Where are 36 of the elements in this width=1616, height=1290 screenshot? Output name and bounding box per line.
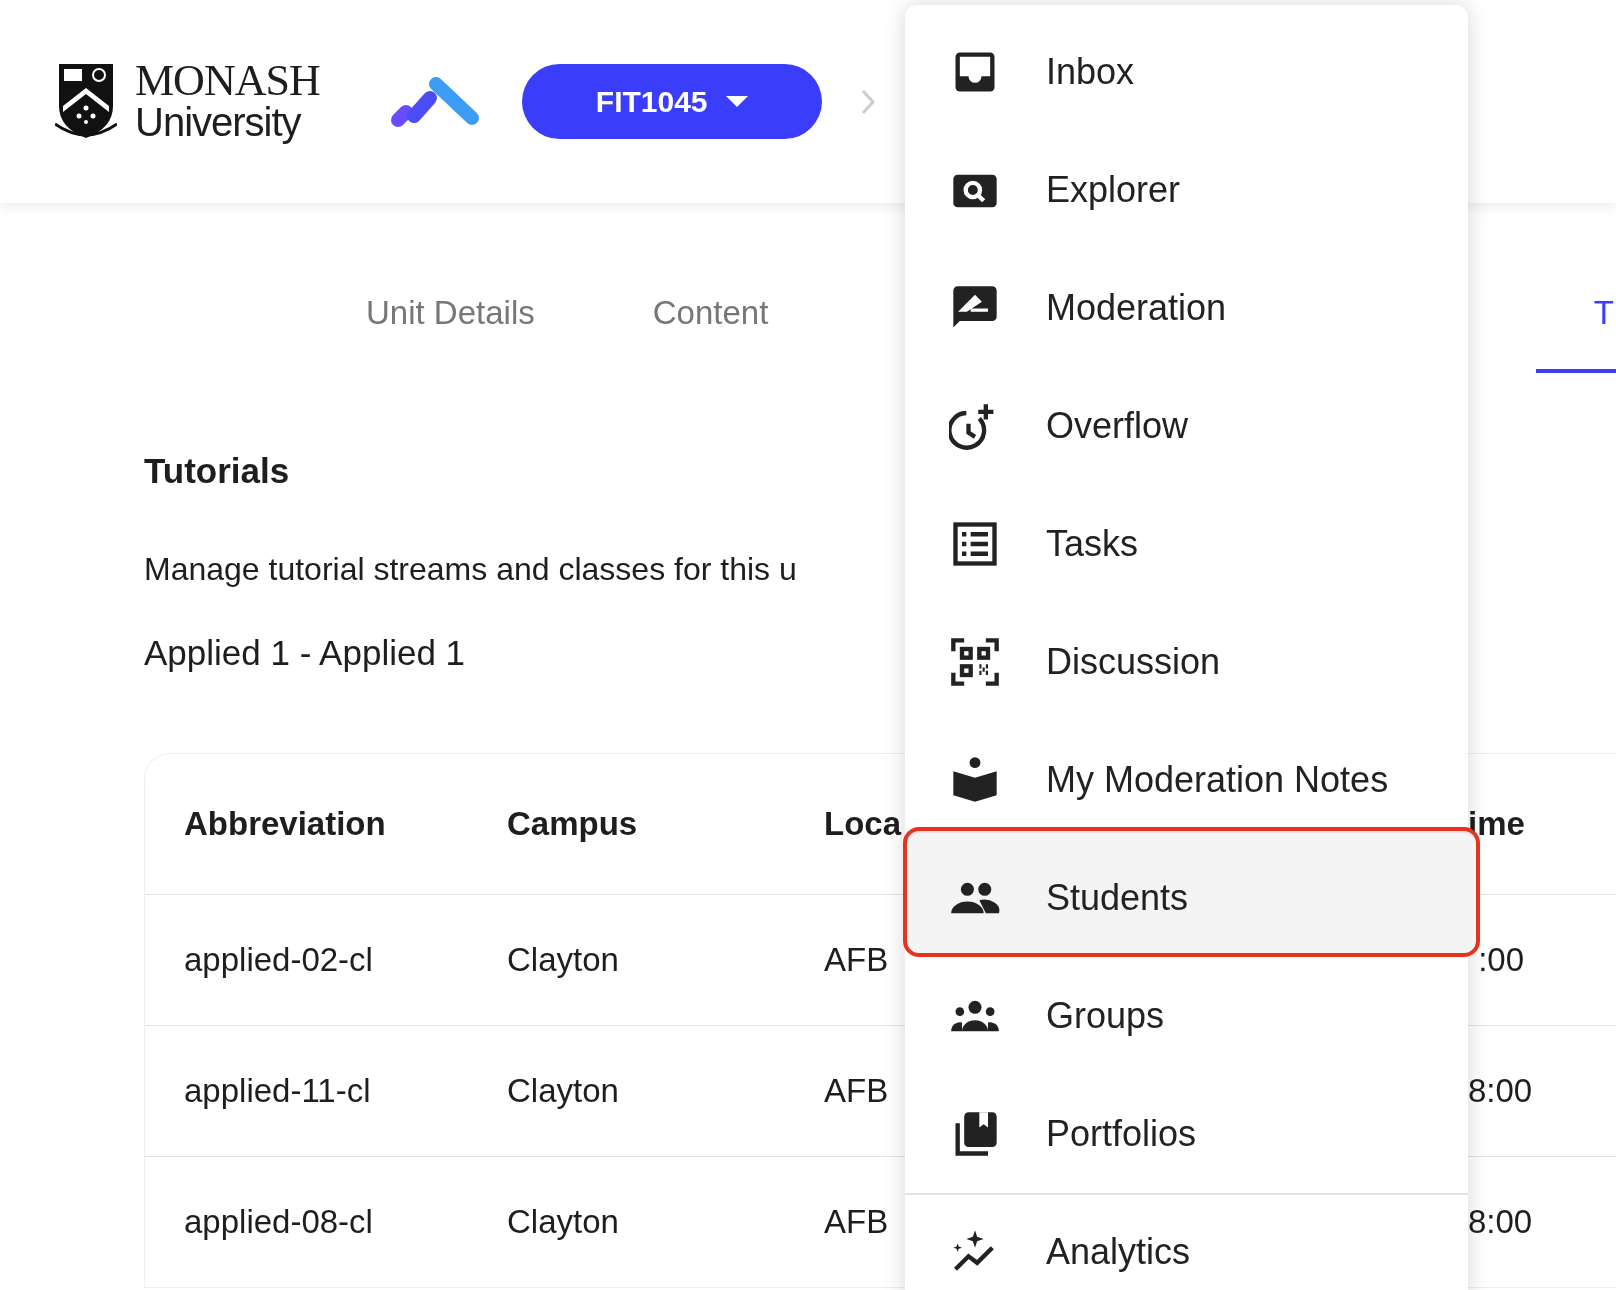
- table-cell-text: 8:00: [1468, 1203, 1534, 1241]
- tab[interactable]: T: [1535, 293, 1616, 373]
- menu-item[interactable]: Groups: [905, 957, 1468, 1075]
- logo-wordmark: MONASH: [135, 60, 320, 101]
- chevron-right-icon: [859, 87, 876, 116]
- table-cell-text: 8:00: [1468, 1072, 1534, 1110]
- menu-item[interactable]: Explorer: [905, 131, 1468, 249]
- menu-item[interactable]: Inbox: [905, 13, 1468, 131]
- table-cell: applied-11-cl: [184, 1072, 371, 1110]
- menu-item[interactable]: Portfolios: [905, 1075, 1468, 1193]
- section-description: Manage tutorial streams and classes for this u: [144, 550, 797, 589]
- menu-item[interactable]: Overflow: [905, 367, 1468, 485]
- table-cell: AFB: [824, 941, 889, 979]
- column-header: Campus: [507, 805, 638, 843]
- menu-item[interactable]: Discussion: [905, 603, 1468, 721]
- table-cell: applied-02-cl: [184, 941, 373, 979]
- table-cell: Clayton: [507, 1072, 619, 1110]
- menu-item[interactable]: Moderation: [905, 249, 1468, 367]
- stream-title: Applied 1 - Applied 1: [144, 633, 466, 673]
- column-header: Abbreviation: [184, 805, 386, 843]
- table-cell: Clayton: [507, 941, 619, 979]
- menu-item[interactable]: Analytics: [905, 1193, 1468, 1290]
- table-cell: AFB: [824, 1072, 889, 1110]
- logo-subtitle: University: [135, 100, 303, 143]
- table-cell: Clayton: [507, 1203, 619, 1241]
- menu-item[interactable]: Tasks: [905, 485, 1468, 603]
- section-title: Tutorials: [144, 451, 291, 491]
- unit-selector-button[interactable]: FIT1045: [521, 64, 822, 139]
- tab[interactable]: Content: [652, 293, 769, 373]
- caret-icon: [725, 96, 748, 107]
- table-cell: AFB: [824, 1203, 889, 1241]
- tab[interactable]: Unit Details: [366, 293, 535, 373]
- table-cell: applied-08-cl: [184, 1203, 373, 1241]
- qr-code-icon: [949, 636, 1001, 688]
- column-header: Loca: [824, 805, 902, 843]
- table-cell-text: :00: [1478, 941, 1525, 979]
